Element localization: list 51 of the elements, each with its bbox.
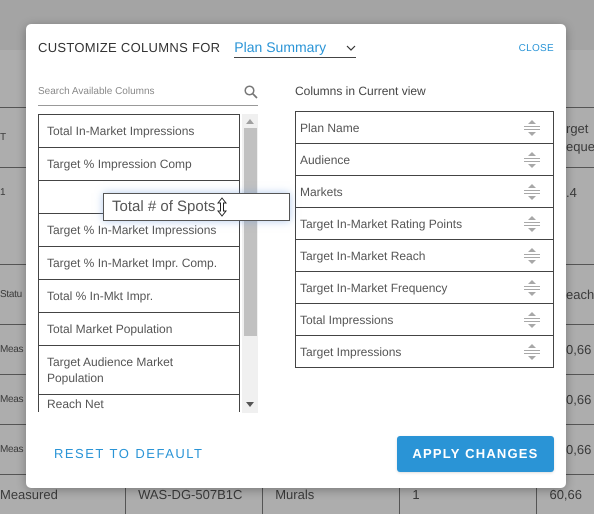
current-column-item[interactable]: Target In-Market Rating Points [295,207,554,240]
table-cell: eque [566,138,594,156]
table-cell-text: 60,66 [549,486,582,504]
table-cell-text: Measured [0,486,58,504]
available-column-item[interactable]: Total % In-Mkt Impr. [38,279,240,313]
table-cell-text: 0,66 [566,340,592,358]
available-column-item[interactable]: Total Market Population [38,312,240,346]
available-column-item[interactable]: Target % Impression Comp [38,147,240,181]
table-cell-text: 1 [412,486,420,504]
table-cell-text: Murals [275,486,314,504]
current-column-item[interactable]: Audience [295,143,554,176]
table-cell-text: 1 [0,186,6,200]
table-cell-text: Statu [0,288,23,302]
table-cell-text: 0,66 [566,390,592,408]
table-cell-text: WAS-DG-507B1C [138,486,242,504]
scroll-up-icon[interactable] [246,119,254,124]
current-column-item[interactable]: Markets [295,175,554,208]
table-cell-text: Meas [0,443,24,457]
current-column-item[interactable]: Target In-Market Reach [295,239,554,272]
current-column-item[interactable]: Plan Name [295,111,554,144]
drag-handle-icon[interactable] [523,120,541,136]
scroll-down-icon[interactable] [246,402,254,407]
current-column-item[interactable]: Total Impressions [295,303,554,336]
drag-handle-icon[interactable] [523,344,541,360]
drag-handle-icon[interactable] [523,184,541,200]
drag-handle-icon[interactable] [523,248,541,264]
current-columns-heading: Columns in Current view [295,83,427,100]
resize-cursor-icon [217,197,228,217]
dragged-column-item: Total # of Spots [103,193,290,221]
drag-handle-icon[interactable] [523,280,541,296]
search-field[interactable]: Search Available Columns [38,78,258,106]
current-column-item[interactable]: Target In-Market Frequency [295,271,554,304]
table-cell-text: Meas [0,343,24,357]
scrollbar[interactable] [242,114,258,413]
available-column-item[interactable]: Target Audience Market Population [38,345,240,395]
drag-handle-icon[interactable] [523,216,541,232]
table-cell-text: 0,66 [566,440,592,458]
table-cell: each [566,286,594,304]
available-column-item[interactable]: Reach Net [38,394,240,412]
chevron-down-icon [346,44,356,50]
drag-handle-icon[interactable] [523,312,541,328]
drag-handle-icon[interactable] [523,152,541,168]
available-column-item[interactable]: Target % In-Market Impr. Comp. [38,246,240,280]
dialog-title: CUSTOMIZE COLUMNS FOR [38,39,220,58]
table-cell-text: .4 [566,184,578,202]
table-cell-text: T [0,131,7,145]
search-icon [244,85,258,99]
table-cell-text: rget [566,120,590,138]
available-column-item[interactable]: Total In-Market Impressions [38,114,240,148]
current-column-item[interactable]: Target Impressions [295,335,554,368]
table-cell-text: Meas [0,393,24,407]
